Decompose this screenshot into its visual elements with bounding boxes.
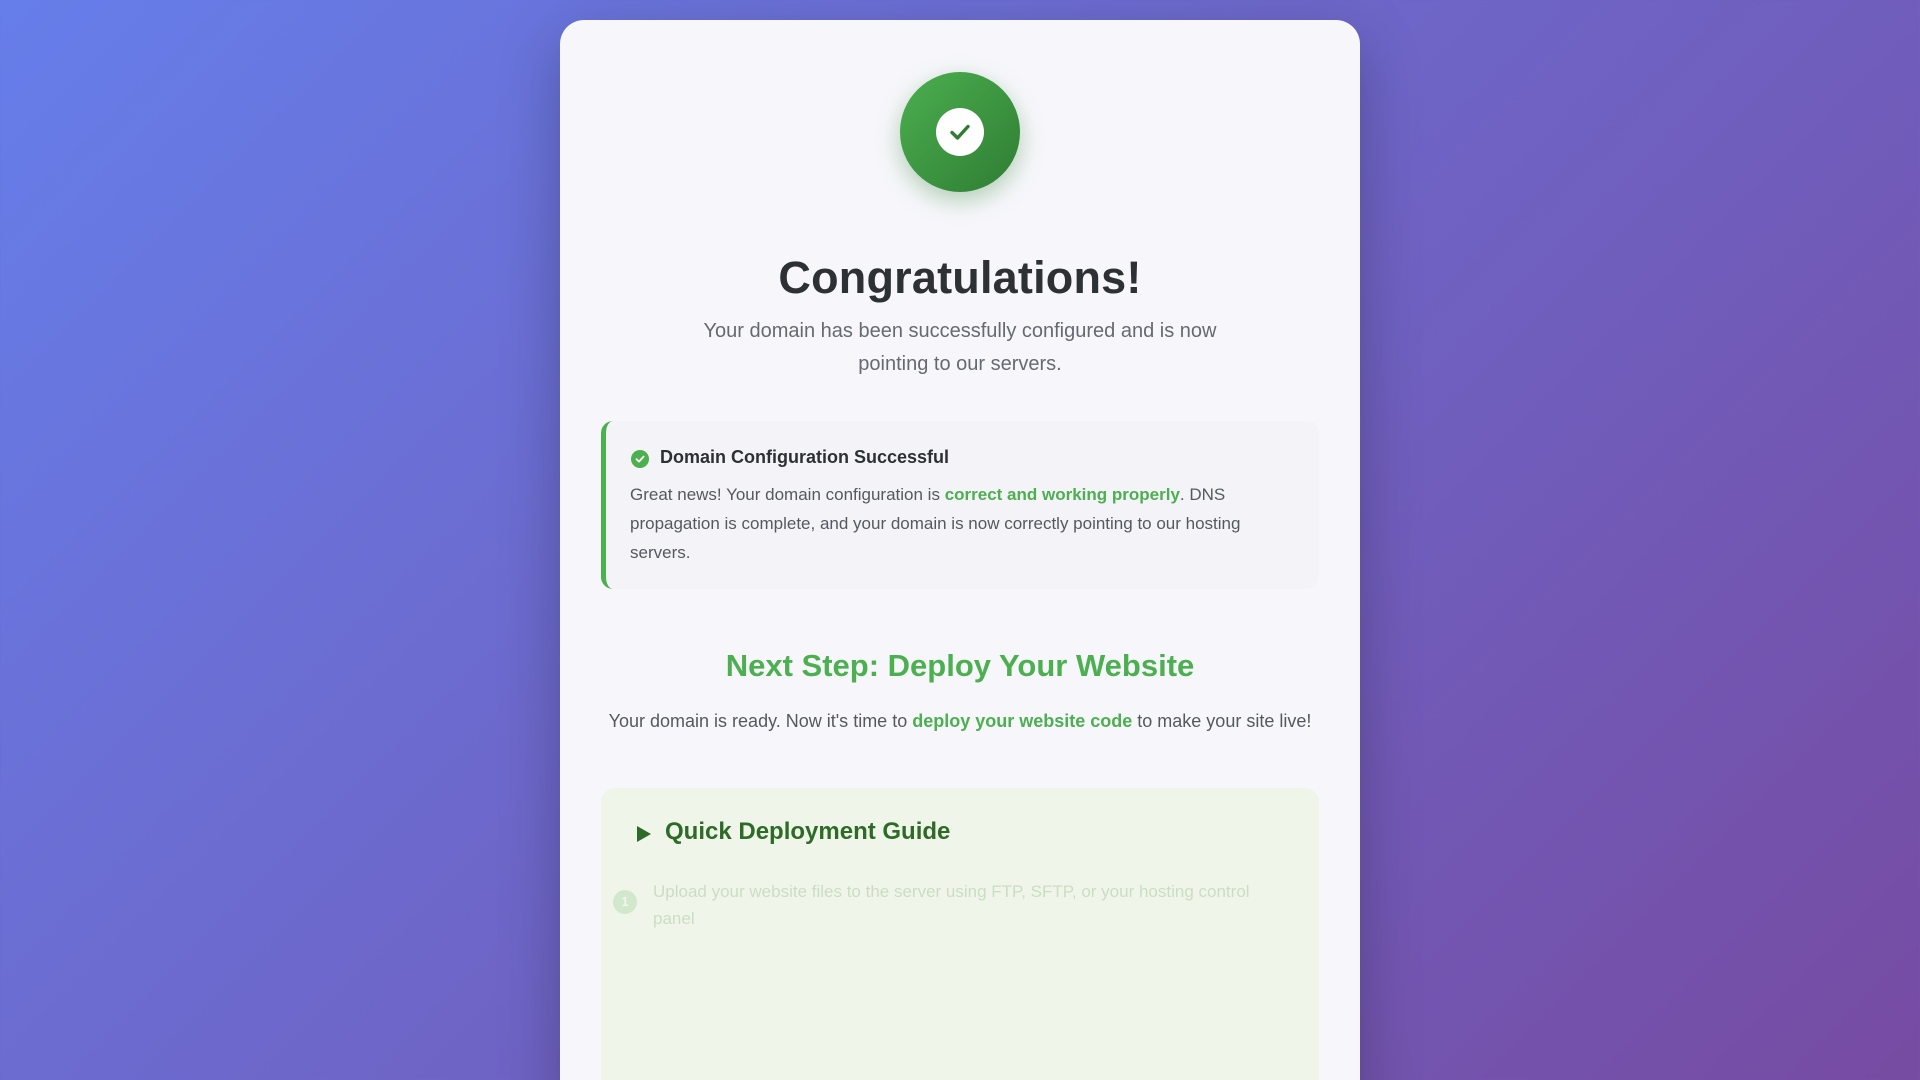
status-title: Domain Configuration Successful [660, 447, 950, 467]
guide-title: Quick Deployment Guide [665, 818, 951, 845]
deployment-guide: Quick Deployment Guide 1 Upload your web… [601, 788, 1319, 1080]
step-number: 1 [613, 890, 637, 914]
page-subtitle: Your domain has been successfully config… [703, 320, 1217, 375]
next-step-highlight: deploy your website code [912, 711, 1133, 731]
status-text: Great news! Your domain configuration is… [630, 480, 1300, 567]
check-circle-icon [631, 450, 649, 468]
status-message-box: Domain Configuration Successful Great ne… [601, 421, 1319, 589]
next-step-text: Your domain is ready. Now it's time to d… [600, 706, 1320, 736]
status-highlight: correct and working properly [944, 485, 1180, 504]
success-badge [900, 72, 1020, 192]
step-text: Upload your website files to the server … [653, 882, 1250, 928]
status-text-before: Great news! Your domain configuration is [630, 485, 945, 504]
next-step-text-before: Your domain is ready. Now it's time to [608, 711, 913, 731]
next-step-title: Next Step: Deploy Your Website [725, 648, 1195, 683]
check-icon [936, 108, 984, 156]
next-step-text-after: to make your site live! [1132, 711, 1312, 731]
success-card: Congratulations! Your domain has been su… [560, 20, 1360, 1080]
page-title: Congratulations! [778, 252, 1142, 303]
play-icon [635, 824, 653, 849]
